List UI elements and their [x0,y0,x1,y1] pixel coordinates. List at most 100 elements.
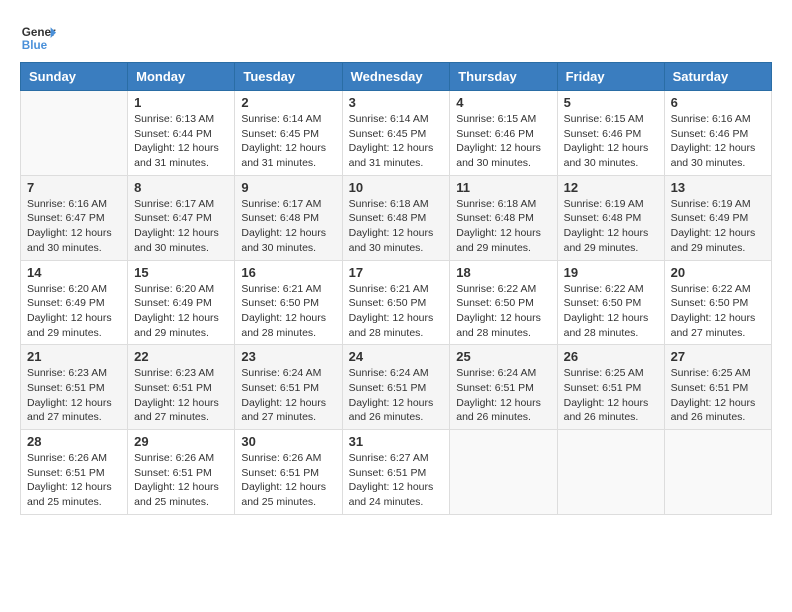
calendar-cell: 2 Sunrise: 6:14 AM Sunset: 6:45 PM Daylig… [235,91,342,176]
calendar-cell: 19 Sunrise: 6:22 AM Sunset: 6:50 PM Dayli… [557,260,664,345]
calendar-cell [21,91,128,176]
calendar-cell: 10 Sunrise: 6:18 AM Sunset: 6:48 PM Dayli… [342,175,450,260]
calendar-day-header: Thursday [450,63,557,91]
calendar-week-row: 28 Sunrise: 6:26 AM Sunset: 6:51 PM Dayli… [21,430,772,515]
calendar-day-header: Friday [557,63,664,91]
day-info: Sunrise: 6:23 AM Sunset: 6:51 PM Dayligh… [134,366,228,425]
day-number: 12 [564,180,658,195]
day-number: 25 [456,349,550,364]
calendar-cell: 6Sunrise: 6:16 AM Sunset: 6:46 PM Daylig… [664,91,771,176]
calendar-cell: 24Sunrise: 6:24 AM Sunset: 6:51 PM Dayli… [342,345,450,430]
calendar-header-row: SundayMondayTuesdayWednesdayThursdayFrid… [21,63,772,91]
day-number: 5 [564,95,658,110]
day-info: Sunrise: 6:22 AM Sunset: 6:50 PM Dayligh… [456,282,550,341]
day-info: Sunrise: 6:14 AM Sunset: 6:45 PM Dayligh… [241,112,335,171]
day-info: Sunrise: 6:26 AM Sunset: 6:51 PM Dayligh… [241,451,335,510]
day-number: 27 [671,349,765,364]
day-info: Sunrise: 6:27 AM Sunset: 6:51 PM Dayligh… [349,451,444,510]
calendar-week-row: 7 Sunrise: 6:16 AM Sunset: 6:47 PM Daylig… [21,175,772,260]
day-info: Sunrise: 6:24 AM Sunset: 6:51 PM Dayligh… [456,366,550,425]
day-info: Sunrise: 6:25 AM Sunset: 6:51 PM Dayligh… [564,366,658,425]
calendar-table: SundayMondayTuesdayWednesdayThursdayFrid… [20,62,772,515]
calendar-cell: 30Sunrise: 6:26 AM Sunset: 6:51 PM Dayli… [235,430,342,515]
day-number: 13 [671,180,765,195]
day-number: 17 [349,265,444,280]
day-info: Sunrise: 6:15 AM Sunset: 6:46 PM Dayligh… [456,112,550,171]
day-info: Sunrise: 6:17 AM Sunset: 6:48 PM Dayligh… [241,197,335,256]
day-info: Sunrise: 6:17 AM Sunset: 6:47 PM Dayligh… [134,197,228,256]
day-info: Sunrise: 6:22 AM Sunset: 6:50 PM Dayligh… [564,282,658,341]
calendar-cell: 4 Sunrise: 6:15 AM Sunset: 6:46 PM Daylig… [450,91,557,176]
day-number: 26 [564,349,658,364]
day-info: Sunrise: 6:21 AM Sunset: 6:50 PM Dayligh… [241,282,335,341]
day-number: 4 [456,95,550,110]
day-info: Sunrise: 6:13 AM Sunset: 6:44 PM Dayligh… [134,112,228,171]
calendar-cell: 23 Sunrise: 6:24 AM Sunset: 6:51 PM Dayli… [235,345,342,430]
calendar-day-header: Wednesday [342,63,450,91]
calendar-cell: 16 Sunrise: 6:21 AM Sunset: 6:50 PM Dayli… [235,260,342,345]
logo-icon: General Blue [20,20,56,56]
day-info: Sunrise: 6:18 AM Sunset: 6:48 PM Dayligh… [349,197,444,256]
day-info: Sunrise: 6:26 AM Sunset: 6:51 PM Dayligh… [134,451,228,510]
day-info: Sunrise: 6:16 AM Sunset: 6:47 PM Dayligh… [27,197,121,256]
day-number: 11 [456,180,550,195]
day-info: Sunrise: 6:19 AM Sunset: 6:49 PM Dayligh… [671,197,765,256]
day-info: Sunrise: 6:20 AM Sunset: 6:49 PM Dayligh… [134,282,228,341]
day-info: Sunrise: 6:24 AM Sunset: 6:51 PM Dayligh… [241,366,335,425]
calendar-cell: 27Sunrise: 6:25 AM Sunset: 6:51 PM Dayli… [664,345,771,430]
day-number: 23 [241,349,335,364]
day-info: Sunrise: 6:26 AM Sunset: 6:51 PM Dayligh… [27,451,121,510]
calendar-cell: 12Sunrise: 6:19 AM Sunset: 6:48 PM Dayli… [557,175,664,260]
day-number: 2 [241,95,335,110]
calendar-cell: 18 Sunrise: 6:22 AM Sunset: 6:50 PM Dayli… [450,260,557,345]
day-number: 6 [671,95,765,110]
svg-text:Blue: Blue [22,39,48,52]
day-number: 9 [241,180,335,195]
calendar-cell [557,430,664,515]
calendar-cell: 13 Sunrise: 6:19 AM Sunset: 6:49 PM Dayli… [664,175,771,260]
calendar-cell [664,430,771,515]
day-number: 15 [134,265,228,280]
day-info: Sunrise: 6:14 AM Sunset: 6:45 PM Dayligh… [349,112,444,171]
calendar-cell: 5 Sunrise: 6:15 AM Sunset: 6:46 PM Daylig… [557,91,664,176]
day-info: Sunrise: 6:24 AM Sunset: 6:51 PM Dayligh… [349,366,444,425]
day-number: 20 [671,265,765,280]
calendar-cell: 22 Sunrise: 6:23 AM Sunset: 6:51 PM Dayli… [128,345,235,430]
calendar-cell: 26 Sunrise: 6:25 AM Sunset: 6:51 PM Dayli… [557,345,664,430]
day-number: 3 [349,95,444,110]
day-number: 8 [134,180,228,195]
day-number: 19 [564,265,658,280]
day-info: Sunrise: 6:15 AM Sunset: 6:46 PM Dayligh… [564,112,658,171]
calendar-cell: 25 Sunrise: 6:24 AM Sunset: 6:51 PM Dayli… [450,345,557,430]
calendar-cell: 15 Sunrise: 6:20 AM Sunset: 6:49 PM Dayli… [128,260,235,345]
calendar-week-row: 14 Sunrise: 6:20 AM Sunset: 6:49 PM Dayli… [21,260,772,345]
calendar-cell: 8 Sunrise: 6:17 AM Sunset: 6:47 PM Daylig… [128,175,235,260]
calendar-day-header: Sunday [21,63,128,91]
day-info: Sunrise: 6:21 AM Sunset: 6:50 PM Dayligh… [349,282,444,341]
calendar-day-header: Monday [128,63,235,91]
calendar-cell [450,430,557,515]
calendar-day-header: Tuesday [235,63,342,91]
calendar-week-row: 1 Sunrise: 6:13 AM Sunset: 6:44 PM Daylig… [21,91,772,176]
day-number: 22 [134,349,228,364]
day-number: 1 [134,95,228,110]
day-info: Sunrise: 6:22 AM Sunset: 6:50 PM Dayligh… [671,282,765,341]
page-header: General Blue [20,20,772,56]
day-number: 14 [27,265,121,280]
calendar-cell: 14 Sunrise: 6:20 AM Sunset: 6:49 PM Dayli… [21,260,128,345]
day-number: 18 [456,265,550,280]
day-number: 28 [27,434,121,449]
calendar-week-row: 21 Sunrise: 6:23 AM Sunset: 6:51 PM Dayli… [21,345,772,430]
calendar-cell: 17 Sunrise: 6:21 AM Sunset: 6:50 PM Dayli… [342,260,450,345]
day-number: 10 [349,180,444,195]
day-number: 29 [134,434,228,449]
day-info: Sunrise: 6:20 AM Sunset: 6:49 PM Dayligh… [27,282,121,341]
day-number: 16 [241,265,335,280]
calendar-cell: 21 Sunrise: 6:23 AM Sunset: 6:51 PM Dayli… [21,345,128,430]
calendar-cell: 28 Sunrise: 6:26 AM Sunset: 6:51 PM Dayli… [21,430,128,515]
day-number: 7 [27,180,121,195]
calendar-day-header: Saturday [664,63,771,91]
calendar-cell: 9 Sunrise: 6:17 AM Sunset: 6:48 PM Daylig… [235,175,342,260]
day-number: 21 [27,349,121,364]
day-info: Sunrise: 6:23 AM Sunset: 6:51 PM Dayligh… [27,366,121,425]
